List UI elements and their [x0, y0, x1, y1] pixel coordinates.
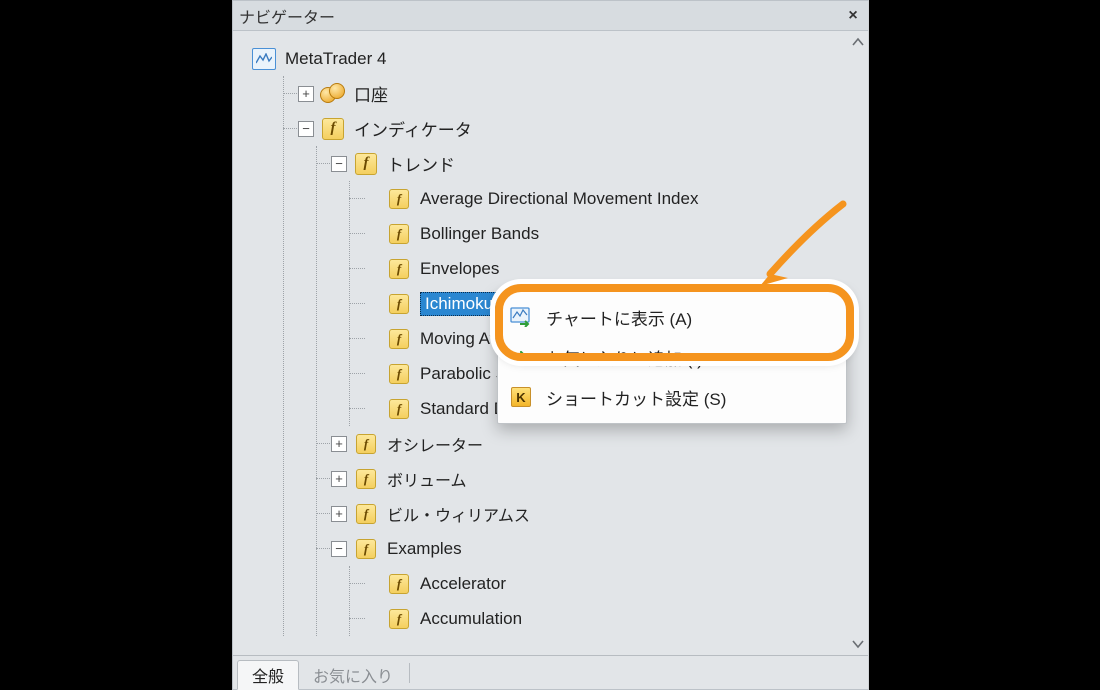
menu-label: ショートカット設定 (S)	[546, 385, 726, 410]
bill-williams-label: ビル・ウィリアムス	[387, 502, 530, 526]
examples-label: Examples	[387, 539, 462, 559]
tree-root[interactable]: MetaTrader 4	[251, 41, 868, 76]
close-icon[interactable]: ×	[844, 7, 862, 25]
accounts-icon	[320, 83, 346, 105]
tree-item[interactable]: f Average Directional Movement Index	[350, 181, 868, 216]
expand-icon[interactable]: +	[331, 436, 347, 452]
tab-favorites[interactable]: お気に入り	[299, 660, 407, 690]
context-menu: チャートに表示 (A) お気に入りに追加 (I) K ショートカット設定 (S)	[497, 290, 847, 424]
tree-examples[interactable]: − f Examples	[317, 531, 868, 566]
tree-item[interactable]: f Bollinger Bands	[350, 216, 868, 251]
tab-general[interactable]: 全般	[237, 660, 299, 690]
menu-shortcut[interactable]: K ショートカット設定 (S)	[498, 377, 846, 417]
oscillators-label: オシレーター	[387, 432, 483, 456]
tree-bill-williams[interactable]: + f ビル・ウィリアムス	[317, 496, 868, 531]
function-icon: f	[389, 574, 409, 594]
item-label: Accumulation	[420, 609, 522, 629]
collapse-icon[interactable]: −	[331, 541, 347, 557]
expand-icon[interactable]: +	[331, 506, 347, 522]
tree-indicators[interactable]: − f インディケータ	[284, 111, 868, 146]
function-icon: f	[389, 189, 409, 209]
trend-label: トレンド	[387, 151, 455, 176]
collapse-icon[interactable]: −	[298, 121, 314, 137]
function-icon: f	[355, 153, 377, 175]
item-label: Bollinger Bands	[420, 224, 539, 244]
function-icon: f	[322, 118, 344, 140]
tree-trend[interactable]: − f トレンド	[317, 146, 868, 181]
function-icon: f	[389, 224, 409, 244]
tree-accounts[interactable]: + 口座	[284, 76, 868, 111]
function-icon: f	[389, 329, 409, 349]
function-icon: f	[356, 469, 376, 489]
function-icon: f	[389, 364, 409, 384]
function-icon: f	[356, 539, 376, 559]
titlebar: ナビゲーター ×	[233, 1, 868, 31]
function-icon: f	[356, 504, 376, 524]
tree-item[interactable]: f Envelopes	[350, 251, 868, 286]
accounts-label: 口座	[354, 81, 388, 106]
scroll-down-icon[interactable]	[851, 637, 865, 651]
tree-oscillators[interactable]: + f オシレーター	[317, 426, 868, 461]
tree-item[interactable]: f Accumulation	[350, 601, 868, 636]
root-label: MetaTrader 4	[285, 49, 386, 69]
collapse-icon[interactable]: −	[331, 156, 347, 172]
volumes-label: ボリューム	[387, 467, 467, 491]
menu-attach-to-chart[interactable]: チャートに表示 (A)	[498, 297, 846, 337]
menu-add-favorite[interactable]: お気に入りに追加 (I)	[498, 337, 846, 377]
item-label: Accelerator	[420, 574, 506, 594]
keyboard-key-icon: K	[510, 386, 532, 408]
item-label: Envelopes	[420, 259, 499, 279]
app-icon	[252, 48, 276, 70]
expand-icon[interactable]: +	[298, 86, 314, 102]
function-icon: f	[356, 434, 376, 454]
function-icon: f	[389, 609, 409, 629]
tree-item[interactable]: f Accelerator	[350, 566, 868, 601]
menu-label: チャートに表示 (A)	[546, 305, 692, 330]
tab-bar: 全般 お気に入り	[233, 655, 868, 689]
tree-volumes[interactable]: + f ボリューム	[317, 461, 868, 496]
tab-separator	[409, 663, 410, 683]
menu-label: お気に入りに追加 (I)	[546, 345, 703, 370]
function-icon: f	[389, 399, 409, 419]
indicators-label: インディケータ	[354, 116, 472, 141]
function-icon: f	[389, 294, 409, 314]
expand-icon[interactable]: +	[331, 471, 347, 487]
arrow-right-icon	[510, 346, 532, 368]
chart-attach-icon	[510, 306, 532, 328]
panel-title: ナビゲーター	[239, 4, 844, 28]
item-label: Average Directional Movement Index	[420, 189, 698, 209]
function-icon: f	[389, 259, 409, 279]
